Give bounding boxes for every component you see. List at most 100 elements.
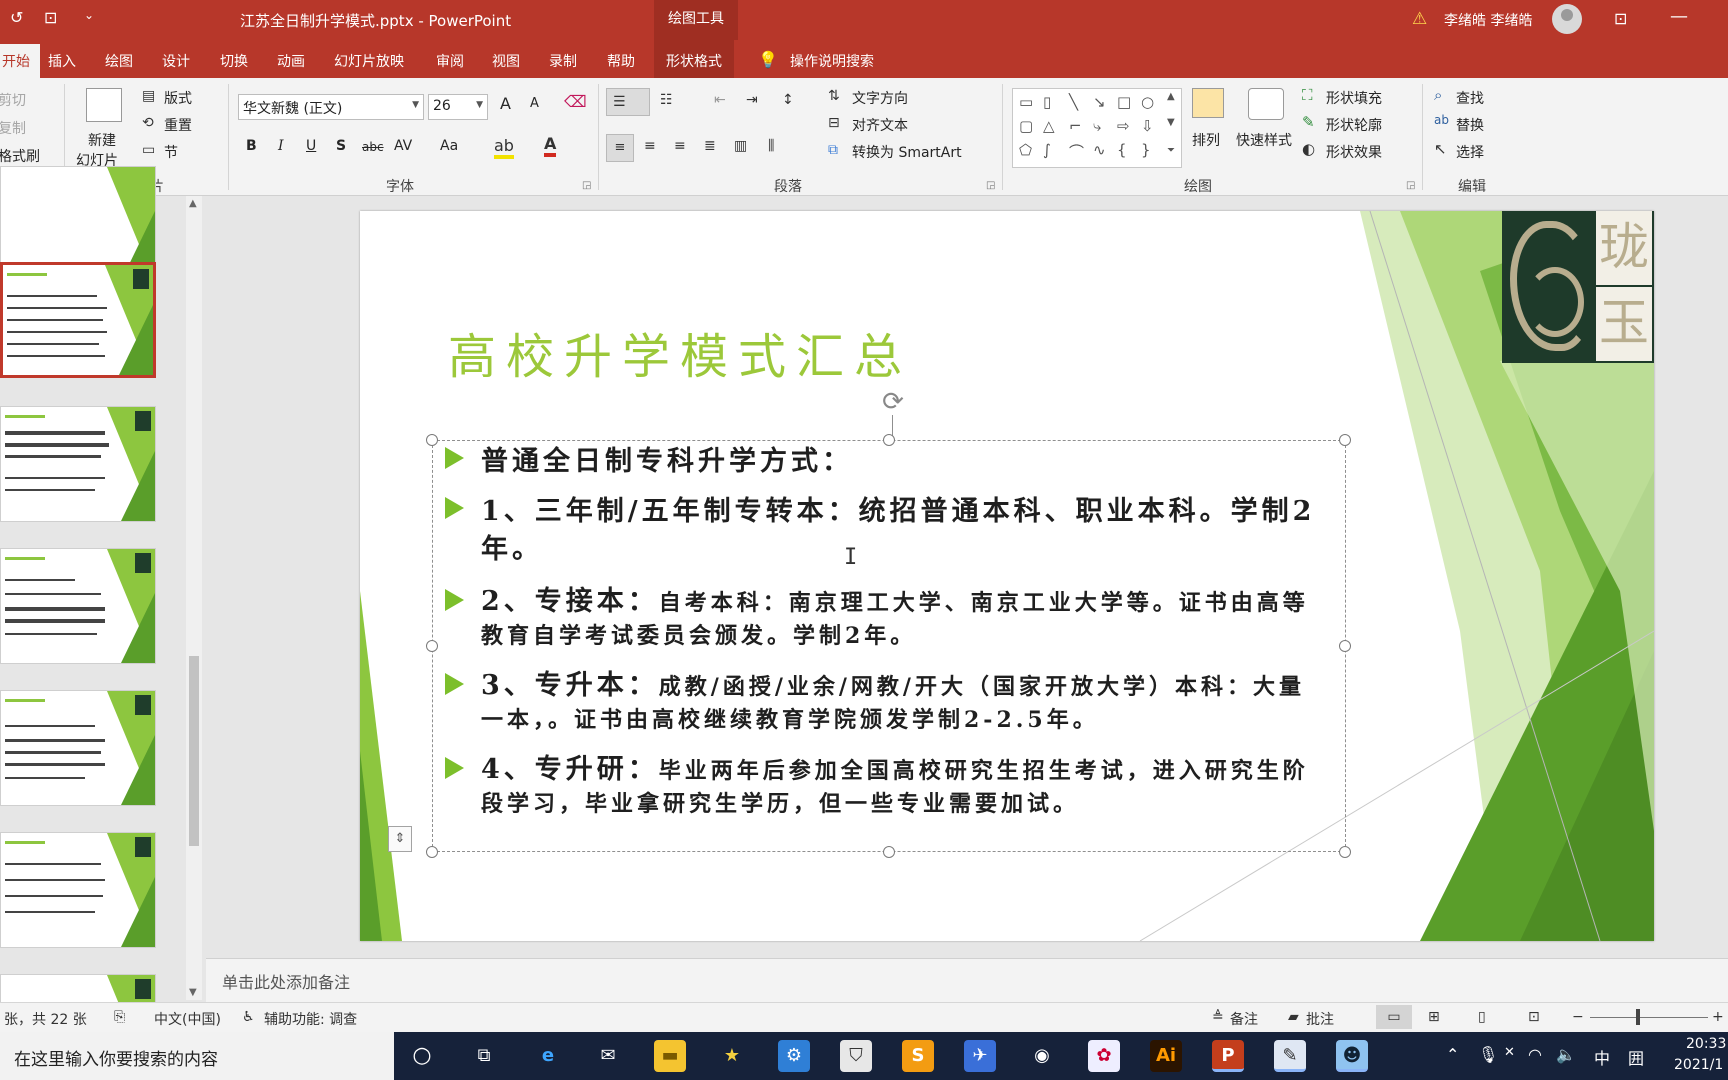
user-name[interactable]: 李绪皓 李绪皓 — [1444, 10, 1532, 30]
slide-thumbnail[interactable] — [0, 406, 156, 522]
bold-button[interactable]: B — [246, 138, 257, 154]
illustrator-icon[interactable]: Ai — [1150, 1040, 1182, 1072]
left-brace-icon[interactable]: { — [1117, 141, 1127, 159]
line-shape-icon[interactable]: ╲ — [1069, 93, 1078, 111]
layout-button[interactable]: 版式 — [164, 88, 192, 108]
present-from-start-icon[interactable]: ⊡ — [44, 8, 57, 27]
shrink-font-button[interactable]: A — [530, 96, 539, 111]
browser-app-icon[interactable]: ☻ — [1336, 1040, 1368, 1072]
tell-me-search[interactable]: 操作说明搜索 — [790, 51, 874, 71]
curve-shape-icon[interactable]: ∿ — [1093, 141, 1106, 159]
new-slide-label[interactable]: 新建 — [88, 130, 116, 150]
notepad-app-icon[interactable]: ✎ — [1274, 1040, 1306, 1072]
shape-outline-button[interactable]: 形状轮廓 — [1326, 115, 1382, 135]
zoom-slider-thumb[interactable] — [1636, 1009, 1640, 1025]
volume-icon[interactable]: 🔈 — [1556, 1045, 1576, 1064]
slide-thumbnail[interactable] — [0, 690, 156, 806]
tab-view[interactable]: 视图 — [492, 51, 520, 71]
slide-canvas[interactable]: 珑 玉 高校升学模式汇总 ⟳ 普通全日制专科升学方式： 1、三年制/五年制专转本… — [360, 211, 1654, 941]
shape-effects-button[interactable]: 形状效果 — [1326, 142, 1382, 162]
powerpoint-icon[interactable]: P — [1212, 1040, 1244, 1072]
tab-review[interactable]: 审阅 — [436, 51, 464, 71]
notes-pane[interactable]: 单击此处添加备注 — [206, 958, 1728, 1002]
normal-view-icon[interactable]: ▭ — [1376, 1005, 1412, 1029]
section-button[interactable]: 节 — [164, 142, 178, 162]
char-spacing-button[interactable]: AV — [394, 138, 412, 154]
slide-thumbnail[interactable] — [0, 832, 156, 948]
arrow-line-shape-icon[interactable]: ↘ — [1093, 93, 1106, 111]
photos-app-icon[interactable]: ✿ — [1088, 1040, 1120, 1072]
italic-button[interactable]: I — [278, 138, 284, 154]
font-size-select[interactable]: 26 ▼ — [428, 94, 488, 120]
numbering-icon[interactable]: ☷ — [660, 92, 673, 108]
sublime-text-icon[interactable]: S — [902, 1040, 934, 1072]
slide-thumbnail[interactable] — [0, 548, 156, 664]
ime-mode-indicator[interactable]: 囲 — [1628, 1045, 1644, 1069]
strikethrough-button[interactable]: abc — [362, 140, 384, 154]
arrange-button[interactable]: 排列 — [1192, 130, 1220, 150]
task-view-icon[interactable]: ⧉ — [468, 1040, 500, 1072]
select-button[interactable]: 选择 — [1456, 142, 1484, 162]
new-slide-icon[interactable] — [86, 88, 122, 122]
clock-time[interactable]: 20:33 — [1686, 1036, 1726, 1052]
bullet-item[interactable]: 3、专升本：成教/函授/业余/网教/开大（国家开放大学）本科：大量一本，。证书由… — [445, 669, 1325, 737]
highlight-color-icon[interactable]: ab — [494, 136, 514, 159]
bluetooth-app-icon[interactable]: ⚙ — [778, 1040, 810, 1072]
scroll-up-icon[interactable]: ▲ — [189, 198, 197, 209]
file-explorer-icon[interactable]: ▬ — [654, 1040, 686, 1072]
tray-expand-icon[interactable]: ⌃ — [1446, 1045, 1459, 1064]
gallery-more-icon[interactable]: ⏷ — [1167, 145, 1175, 156]
notes-placeholder[interactable]: 单击此处添加备注 — [222, 969, 350, 993]
thumbnail-scrollbar[interactable]: ▲ ▼ — [186, 196, 202, 1000]
customize-quick-access-icon[interactable]: ⌄ — [84, 8, 94, 22]
comments-toggle-button[interactable]: 批注 — [1306, 1009, 1334, 1029]
rectangle-shape-icon[interactable]: □ — [1117, 93, 1131, 111]
find-button[interactable]: 查找 — [1456, 88, 1484, 108]
replace-button[interactable]: 替换 — [1456, 115, 1484, 135]
minimize-button[interactable]: — — [1670, 6, 1688, 27]
resize-handle[interactable] — [426, 846, 438, 858]
feishu-icon[interactable]: ✈ — [964, 1040, 996, 1072]
align-left-icon[interactable]: ≡ — [606, 134, 634, 162]
arc-shape-icon[interactable]: ⌒ — [1069, 141, 1084, 162]
mail-icon[interactable]: ✉ — [592, 1040, 624, 1072]
rounded-rect-shape-icon[interactable]: ▢ — [1019, 117, 1033, 135]
text-shadow-button[interactable]: S — [336, 138, 346, 154]
resize-handle[interactable] — [883, 846, 895, 858]
slide-thumbnail[interactable] — [0, 974, 156, 1004]
tab-slideshow[interactable]: 幻灯片放映 — [334, 51, 404, 71]
align-center-icon[interactable]: ≡ — [644, 138, 656, 154]
slide-title[interactable]: 高校升学模式汇总 — [448, 317, 912, 387]
font-color-icon[interactable]: A — [544, 134, 557, 157]
tab-record[interactable]: 录制 — [549, 51, 577, 71]
clock-date[interactable]: 2021/1 — [1674, 1057, 1723, 1073]
tab-home[interactable]: 开始 — [0, 44, 40, 78]
slide-thumbnail-selected[interactable] — [0, 262, 156, 378]
oval-shape-icon[interactable]: ○ — [1141, 93, 1154, 111]
justify-icon[interactable]: ≣ — [704, 138, 716, 154]
tab-animations[interactable]: 动画 — [277, 51, 305, 71]
resize-handle[interactable] — [426, 640, 438, 652]
text-direction-button[interactable]: 文字方向 — [852, 88, 908, 108]
font-launcher-icon[interactable]: ◲ — [582, 180, 591, 191]
taskbar-search-box[interactable]: 在这里输入你要搜索的内容 — [0, 1032, 394, 1080]
zoom-slider-track[interactable] — [1590, 1017, 1708, 1018]
resize-handle[interactable] — [426, 434, 438, 446]
freeform-shape-icon[interactable]: ⬠ — [1019, 141, 1032, 159]
content-textbox[interactable]: 普通全日制专科升学方式： 1、三年制/五年制专转本：统招普通本科、职业本科。学制… — [426, 434, 1351, 858]
store-icon[interactable]: ⛉ — [840, 1040, 872, 1072]
arrange-icon[interactable] — [1192, 88, 1224, 118]
microphone-icon[interactable]: 🎙 — [1478, 1045, 1498, 1064]
shapes-gallery[interactable]: ▭ ▯ ╲ ↘ □ ○ ▢ △ ⌐ ⤷ ⇨ ⇩ ⬠ ∫ ⌒ ∿ { } ▲ ▼ … — [1012, 88, 1182, 168]
clear-formatting-icon[interactable]: ⌫ — [564, 92, 587, 111]
ribbon-display-options-icon[interactable]: ⊡ — [1614, 9, 1627, 28]
scrollbar-thumb[interactable] — [189, 656, 199, 846]
zoom-in-icon[interactable]: + — [1712, 1009, 1724, 1025]
slideshow-icon[interactable]: ⊡ — [1528, 1009, 1540, 1025]
down-arrow-shape-icon[interactable]: ⇩ — [1141, 117, 1154, 135]
copy-button[interactable]: 复制 — [0, 118, 26, 138]
warning-icon[interactable]: ⚠ — [1412, 9, 1427, 29]
increase-indent-icon[interactable]: ⇥ — [746, 92, 758, 108]
resize-handle[interactable] — [1339, 434, 1351, 446]
triangle-shape-icon[interactable]: △ — [1043, 117, 1055, 135]
